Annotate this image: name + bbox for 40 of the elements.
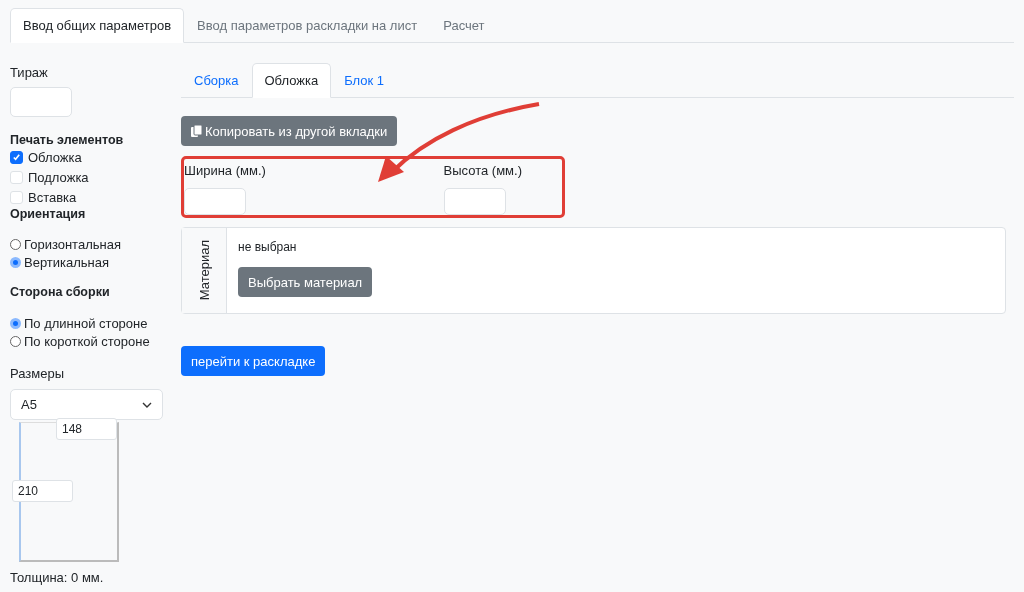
section-heading: Сторона сборки xyxy=(10,285,110,299)
field-label: Ширина (мм.) xyxy=(184,163,266,178)
copy-icon xyxy=(191,125,202,137)
tab[interactable]: Ввод параметров раскладки на лист xyxy=(184,8,431,43)
tab[interactable]: Блок 1 xyxy=(331,63,398,98)
size-input[interactable] xyxy=(184,188,246,215)
tab[interactable]: Ввод общих параметров xyxy=(10,8,185,43)
size-input[interactable] xyxy=(443,188,506,215)
thickness-text: Толщина: 0 мм. xyxy=(10,570,105,585)
tab[interactable]: Сборка xyxy=(181,63,252,98)
check-icon xyxy=(12,152,21,162)
radio-button[interactable] xyxy=(10,335,21,347)
material-label: Материал xyxy=(196,240,212,301)
height-input[interactable]: 210 xyxy=(12,480,73,502)
layout-button[interactable]: перейти к раскладке xyxy=(181,346,326,376)
section-heading: Ориентация xyxy=(10,207,87,221)
field-label: Высота (мм.) xyxy=(443,163,522,178)
checkbox[interactable] xyxy=(10,150,23,164)
radio-button[interactable] xyxy=(10,317,21,329)
select-material-button[interactable]: Выбрать материал xyxy=(238,267,373,297)
run-input[interactable] xyxy=(10,87,72,117)
field-label: Размеры xyxy=(10,366,65,381)
checkbox-label: Подложка xyxy=(28,169,89,185)
radio-button[interactable] xyxy=(10,256,21,268)
radio-label: По короткой стороне xyxy=(24,333,150,349)
width-input[interactable]: 148 xyxy=(56,418,117,440)
material-status: не выбран xyxy=(238,240,298,254)
radio-label: Вертикальная xyxy=(24,254,110,270)
radio-label: Горизонтальная xyxy=(24,236,121,252)
radio-button[interactable] xyxy=(10,238,21,250)
tab[interactable]: Обложка xyxy=(251,63,332,98)
size-select[interactable]: A5 xyxy=(10,389,163,420)
checkbox-label: Обложка xyxy=(28,149,82,165)
radio-label: По длинной стороне xyxy=(24,315,148,331)
section-heading: Печать элементов xyxy=(10,133,124,147)
checkbox-label: Вставка xyxy=(28,189,77,205)
tab[interactable]: Расчет xyxy=(430,8,498,43)
chevron-down-icon xyxy=(142,401,152,408)
copy-button[interactable]: Копировать из другой вкладки xyxy=(181,116,398,146)
field-label: Тираж xyxy=(10,65,49,80)
